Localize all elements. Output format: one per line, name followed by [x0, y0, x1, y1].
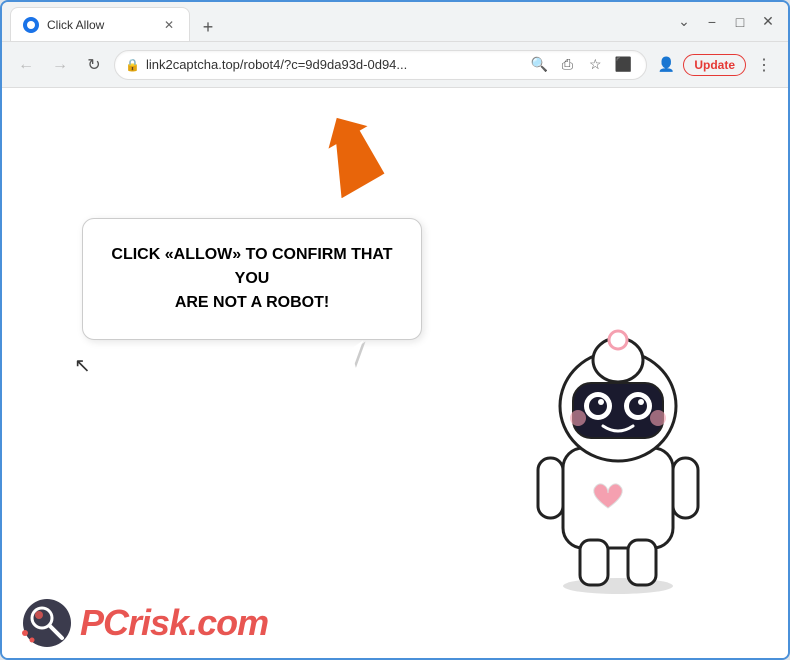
bookmark-icon[interactable]: ☆	[582, 52, 608, 78]
address-text: link2captcha.top/robot4/?c=9d9da93d-0d94…	[146, 57, 520, 72]
browser-window: Click Allow ✕ + ⌄ − □ ✕ ← → ↻ 🔒 link2cap…	[0, 0, 790, 660]
robot-svg	[508, 318, 728, 598]
robot-illustration	[508, 318, 728, 598]
pcrisk-logo-icon	[22, 598, 72, 648]
page-content: CLICK «ALLOW» TO CONFIRM THAT YOU ARE NO…	[2, 88, 788, 658]
toolbar-right: 👤 Update ⋮	[653, 51, 778, 79]
tab-favicon-icon	[23, 17, 39, 33]
active-tab[interactable]: Click Allow ✕	[10, 7, 190, 41]
orange-arrow-icon	[312, 108, 402, 198]
bubble-text: CLICK «ALLOW» TO CONFIRM THAT YOU ARE NO…	[111, 243, 393, 315]
reload-button[interactable]: ↻	[80, 51, 108, 79]
sidebar-icon[interactable]: ⬛	[610, 52, 636, 78]
address-icons: 🔍 ⎙ ☆ ⬛	[526, 52, 636, 78]
profile-icon[interactable]: 👤	[653, 52, 679, 78]
speech-bubble: CLICK «ALLOW» TO CONFIRM THAT YOU ARE NO…	[82, 218, 422, 340]
back-button[interactable]: ←	[12, 51, 40, 79]
new-tab-button[interactable]: +	[194, 13, 222, 41]
window-controls: ⌄ − □ ✕	[672, 10, 780, 34]
maximize-button[interactable]: □	[728, 10, 752, 34]
close-button[interactable]: ✕	[756, 10, 780, 34]
tab-title: Click Allow	[47, 18, 153, 32]
arrow-container	[312, 108, 412, 208]
tab-area: Click Allow ✕ +	[10, 2, 664, 41]
title-bar: Click Allow ✕ + ⌄ − □ ✕	[2, 2, 788, 42]
forward-button[interactable]: →	[46, 51, 74, 79]
watermark-text: PCrisk.com	[80, 602, 268, 644]
minimize-button[interactable]: −	[700, 10, 724, 34]
watermark: PCrisk.com	[22, 598, 268, 648]
toolbar: ← → ↻ 🔒 link2captcha.top/robot4/?c=9d9da…	[2, 42, 788, 88]
lock-icon: 🔒	[125, 58, 140, 72]
search-icon[interactable]: 🔍	[526, 52, 552, 78]
mouse-cursor: ↖	[74, 353, 91, 378]
browser-menu-button[interactable]: ⋮	[750, 51, 778, 79]
update-button[interactable]: Update	[683, 54, 746, 76]
share-icon[interactable]: ⎙	[554, 52, 580, 78]
address-bar[interactable]: 🔒 link2captcha.top/robot4/?c=9d9da93d-0d…	[114, 50, 647, 80]
tab-close-button[interactable]: ✕	[161, 17, 177, 33]
tab-search-button[interactable]: ⌄	[672, 10, 696, 34]
